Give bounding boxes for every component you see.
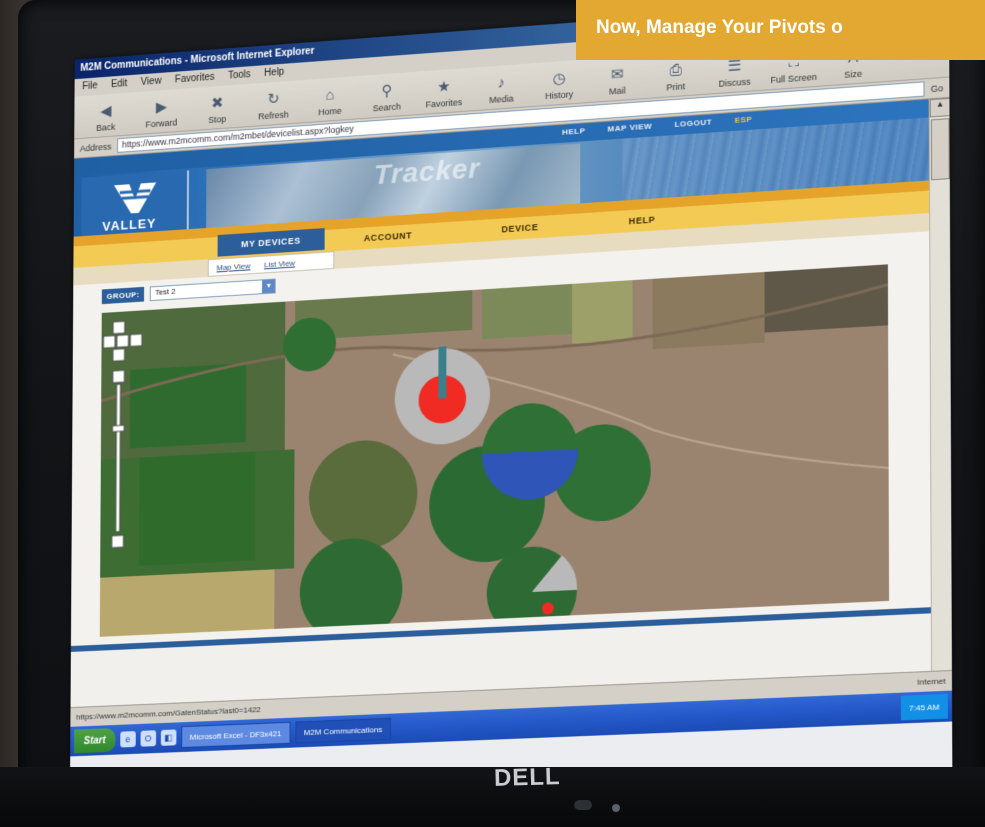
back-button[interactable]: ◀ Back — [80, 99, 132, 134]
forward-button[interactable]: ▶ Forward — [135, 95, 187, 130]
task-excel[interactable]: Microsoft Excel - DF3x421 — [180, 721, 291, 749]
monitor-button[interactable] — [574, 800, 592, 810]
stop-button[interactable]: ✖ Stop — [191, 91, 243, 126]
media-button[interactable]: ♪ Media — [475, 71, 529, 107]
mail-icon: ✉ — [610, 65, 624, 84]
mail-button[interactable]: ✉ Mail — [590, 62, 644, 98]
chevron-down-icon[interactable]: ▼ — [262, 279, 276, 294]
scroll-thumb[interactable] — [930, 118, 950, 181]
print-button[interactable]: ⎙ Print — [649, 58, 704, 94]
menu-favorites[interactable]: Favorites — [175, 72, 215, 87]
page-scrollbar[interactable]: ▲ — [928, 97, 952, 671]
go-button[interactable]: Go — [931, 83, 944, 94]
menu-edit[interactable]: Edit — [111, 78, 128, 91]
outlook-quicklaunch-icon[interactable]: O — [140, 730, 156, 747]
group-select-value: Test 2 — [155, 286, 176, 297]
history-icon: ◷ — [552, 69, 566, 88]
media-icon: ♪ — [497, 73, 506, 92]
valley-logo[interactable]: VALLEY — [81, 170, 189, 239]
status-zone: Internet — [917, 676, 946, 687]
search-button[interactable]: ⚲ Search — [360, 79, 413, 114]
menu-help[interactable]: Help — [264, 67, 284, 80]
favorites-button[interactable]: ★ Favorites — [417, 75, 470, 110]
start-button[interactable]: Start — [74, 727, 116, 754]
promo-banner: Now, Manage Your Pivots o — [576, 0, 985, 60]
scroll-up-icon[interactable]: ▲ — [929, 97, 951, 118]
top-link-map-view[interactable]: MAP VIEW — [608, 122, 653, 134]
home-button[interactable]: ⌂ Home — [304, 83, 357, 118]
nav-account[interactable]: ACCOUNT — [364, 230, 412, 243]
page-content: HELP MAP VIEW LOGOUT ESP Tracker VALLEY — [70, 99, 932, 708]
menu-tools[interactable]: Tools — [228, 69, 251, 82]
history-button[interactable]: ◷ History — [532, 66, 586, 102]
map-view-link[interactable]: Map View — [216, 261, 250, 272]
refresh-button[interactable]: ↻ Refresh — [247, 87, 300, 122]
valley-v-icon — [112, 182, 158, 215]
menu-view[interactable]: View — [141, 76, 162, 89]
stop-icon: ✖ — [211, 94, 224, 113]
dell-logo: DELL — [493, 763, 562, 792]
group-filter: GROUP: Test 2 ▼ — [101, 278, 277, 305]
photo-stage: M2M Communications - Microsoft Internet … — [0, 0, 985, 827]
task-m2m[interactable]: M2M Communications — [294, 717, 392, 744]
power-icon[interactable] — [612, 804, 620, 812]
ie-quicklaunch-icon[interactable]: e — [120, 731, 136, 748]
group-label: GROUP: — [101, 286, 145, 305]
nav-help[interactable]: HELP — [629, 214, 656, 226]
desk-surface — [0, 767, 985, 827]
search-icon: ⚲ — [381, 82, 393, 100]
top-link-help[interactable]: HELP — [562, 126, 585, 137]
print-icon: ⎙ — [669, 60, 682, 79]
back-arrow-icon: ◀ — [100, 102, 112, 121]
top-link-logout[interactable]: LOGOUT — [674, 117, 712, 129]
clock: 7:45 AM — [908, 701, 940, 713]
favorites-icon: ★ — [437, 78, 451, 96]
map-imagery — [99, 264, 890, 637]
list-view-link[interactable]: List View — [264, 258, 295, 269]
group-select[interactable]: Test 2 ▼ — [150, 278, 277, 302]
system-tray: 7:45 AM — [900, 693, 948, 721]
home-icon: ⌂ — [325, 86, 335, 104]
satellite-map[interactable] — [99, 264, 890, 637]
menu-file[interactable]: File — [82, 80, 97, 93]
monitor-screen: M2M Communications - Microsoft Internet … — [62, 0, 953, 804]
refresh-icon: ↻ — [267, 90, 280, 109]
browser-window: M2M Communications - Microsoft Internet … — [69, 0, 953, 804]
top-link-language[interactable]: ESP — [735, 115, 753, 125]
desktop-quicklaunch-icon[interactable]: ◧ — [160, 729, 177, 746]
address-label: Address — [79, 141, 112, 154]
nav-device[interactable]: DEVICE — [501, 222, 538, 234]
forward-arrow-icon: ▶ — [155, 98, 168, 117]
